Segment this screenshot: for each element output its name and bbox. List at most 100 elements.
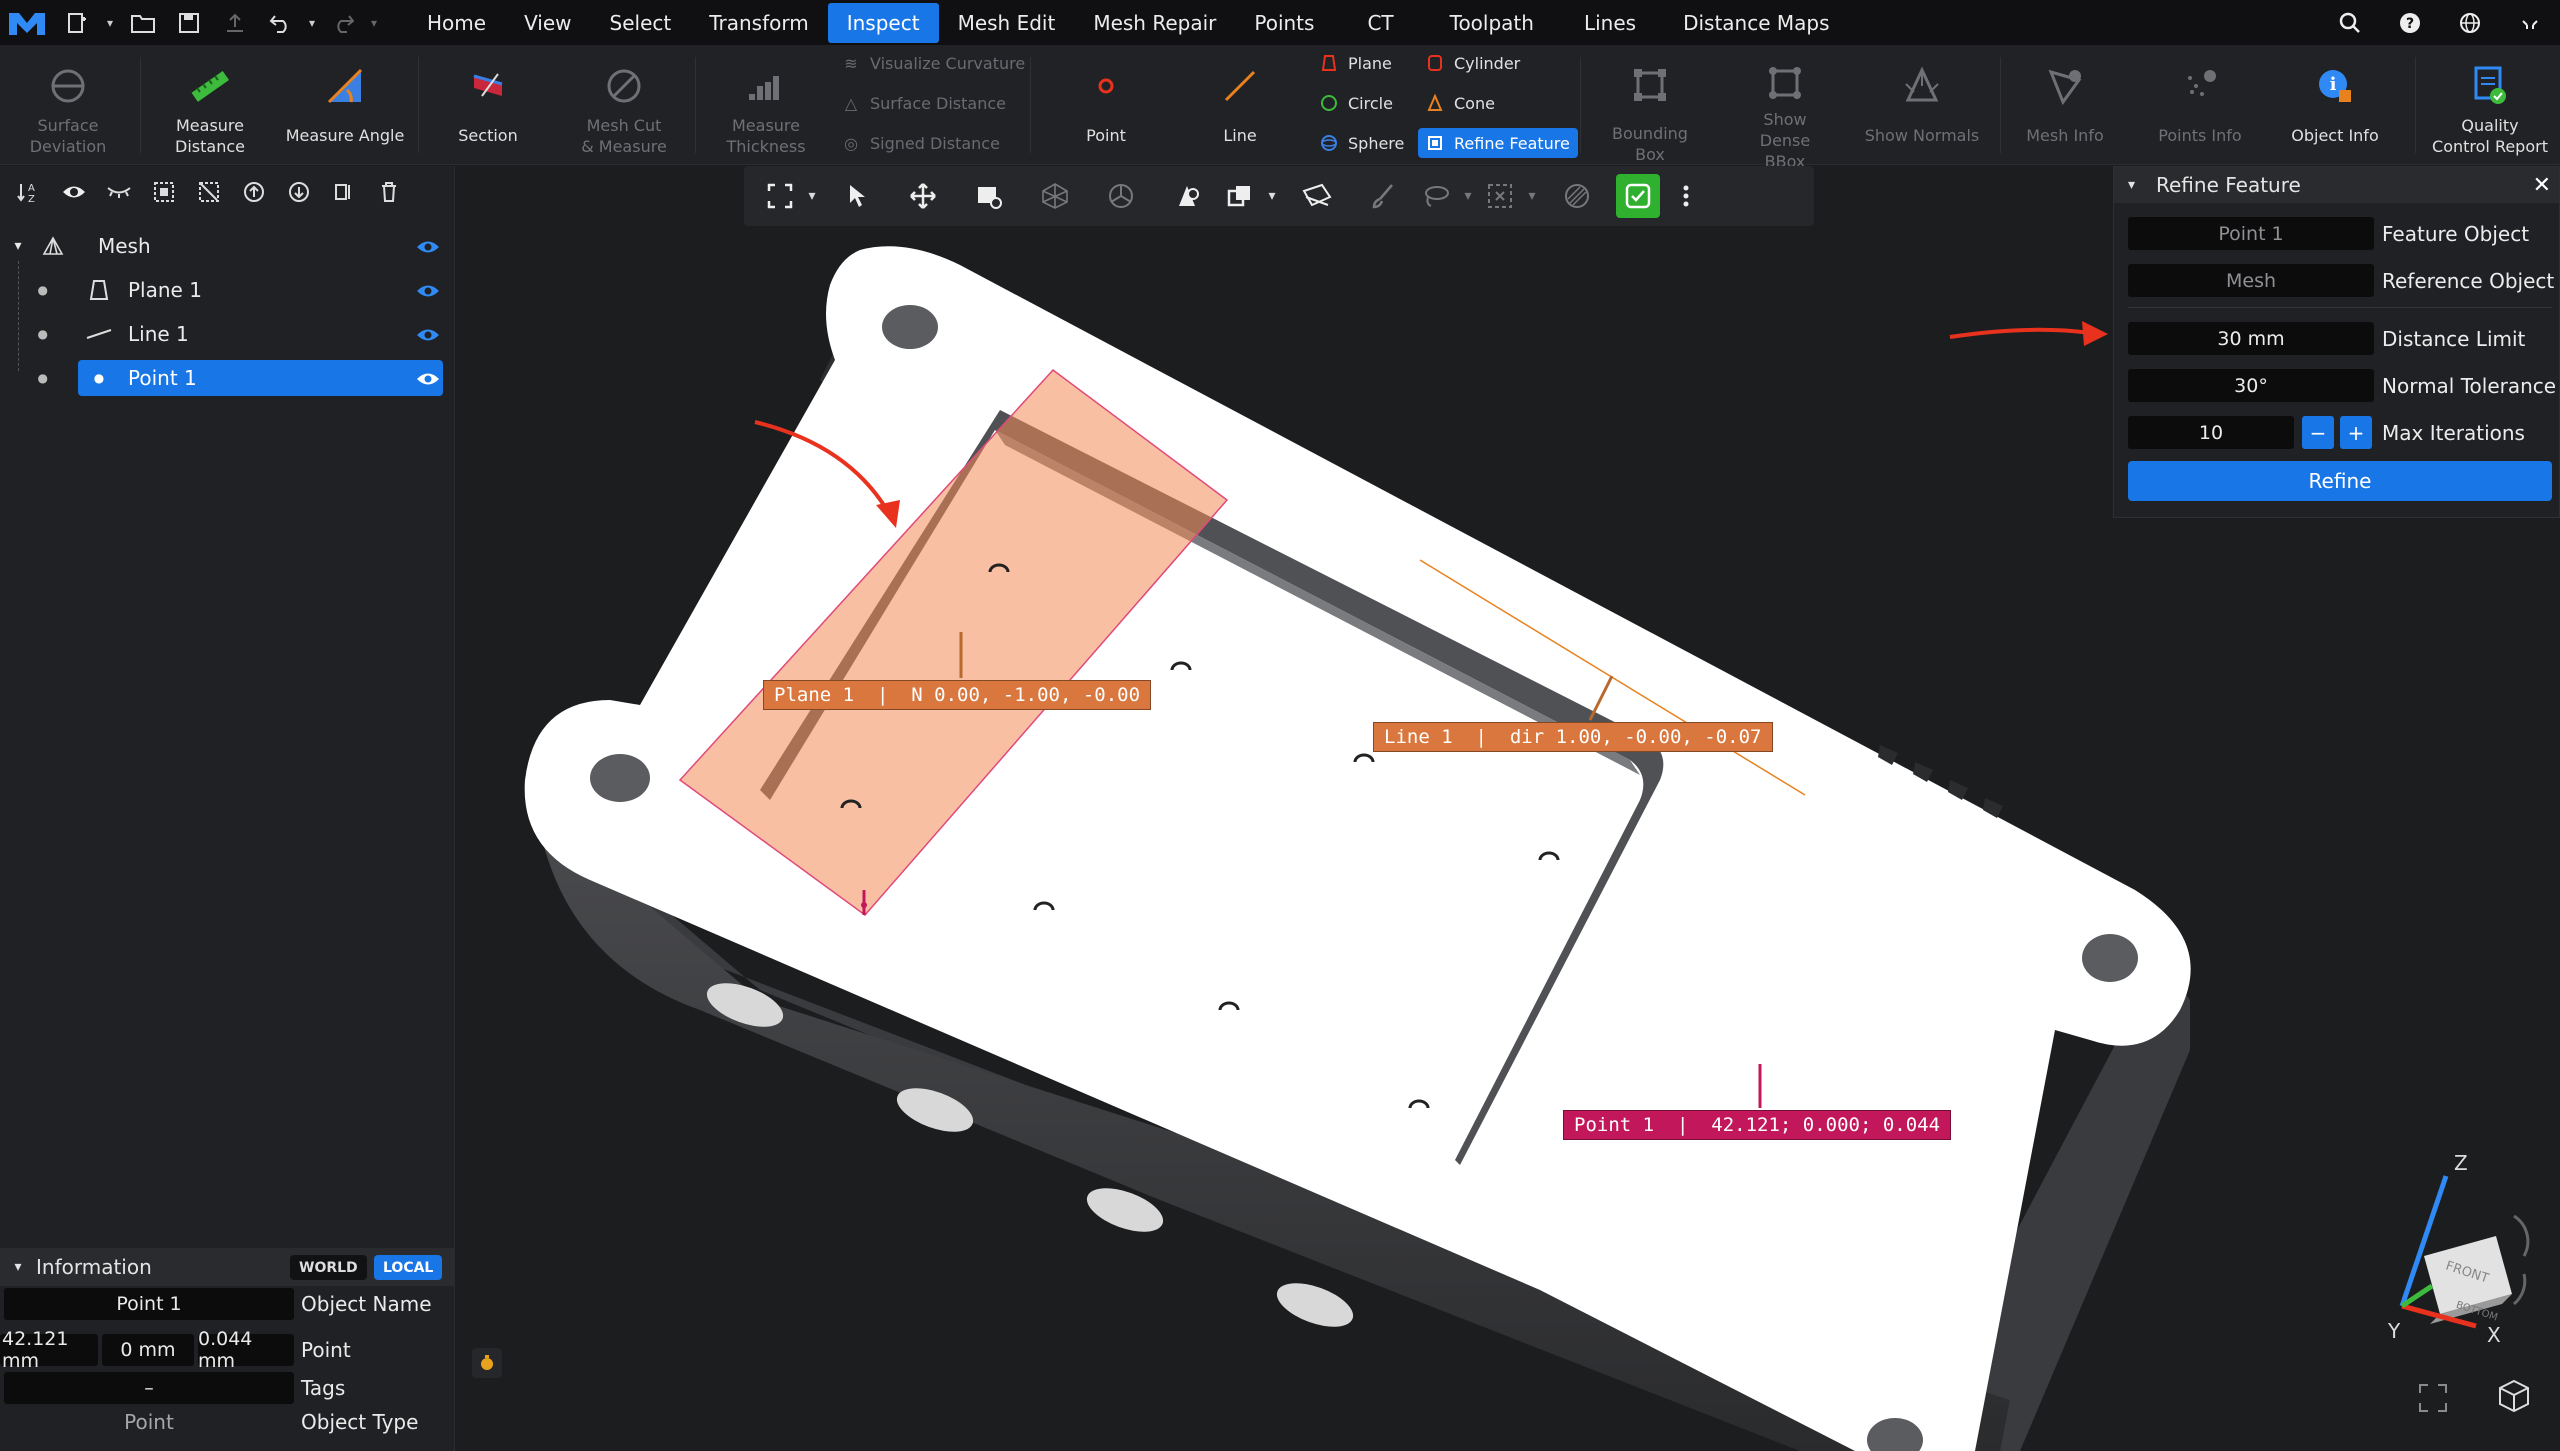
distance-limit-input[interactable]: 30 mm xyxy=(2128,322,2374,355)
point-label-tag[interactable]: Point 1 | 42.121; 0.000; 0.044 xyxy=(1563,1110,1952,1140)
box-select-icon[interactable] xyxy=(1480,166,1520,226)
line-label-tag[interactable]: Line 1 | dir 1.00, -0.00, -0.07 xyxy=(1373,722,1773,752)
points-info-button[interactable]: Points Info xyxy=(2150,45,2250,165)
more-options-icon[interactable] xyxy=(1666,166,1706,226)
brush-icon[interactable] xyxy=(1350,166,1416,226)
hide-all-icon[interactable] xyxy=(96,172,141,212)
refine-feature-button[interactable]: Refine Feature xyxy=(1418,128,1578,158)
measure-distance-button[interactable]: Measure Distance xyxy=(160,45,260,165)
measure-thickness-button[interactable]: Measure Thickness xyxy=(716,45,816,165)
mesh-select-icon[interactable] xyxy=(1022,166,1088,226)
chevron-down-icon[interactable]: ▾ xyxy=(1456,166,1480,226)
visualize-curvature-button[interactable]: ≋ Visualize Curvature xyxy=(840,48,1025,78)
orbit-icon[interactable] xyxy=(1088,166,1154,226)
clip-plane-icon[interactable] xyxy=(1284,166,1350,226)
tree-item-mesh[interactable]: ▾ Mesh xyxy=(0,228,455,264)
bounding-box-button[interactable]: Bounding Box xyxy=(1595,45,1705,165)
sort-icon[interactable]: AZ xyxy=(6,172,51,212)
lasso-icon[interactable] xyxy=(1416,166,1456,226)
visibility-eye-icon[interactable] xyxy=(415,280,445,300)
collapse-icon[interactable] xyxy=(2500,0,2560,45)
redo-icon[interactable] xyxy=(320,0,366,45)
save-icon[interactable] xyxy=(166,0,212,45)
chevron-down-icon[interactable]: ▾ xyxy=(0,1259,36,1275)
point-x-field[interactable]: 42.121 mm xyxy=(0,1328,98,1372)
select-all-icon[interactable] xyxy=(141,172,186,212)
visibility-eye-icon[interactable] xyxy=(415,236,445,256)
select-pointer-icon[interactable] xyxy=(824,166,890,226)
chevron-down-icon[interactable]: ▾ xyxy=(304,0,320,45)
tab-transform[interactable]: Transform xyxy=(690,3,827,43)
tags-field[interactable]: – xyxy=(4,1372,294,1404)
confirm-toggle-icon[interactable] xyxy=(1610,166,1666,226)
tree-item-line-1[interactable]: ● Line 1 xyxy=(0,316,455,352)
close-icon[interactable]: ✕ xyxy=(2533,173,2551,198)
chevron-down-icon[interactable]: ▾ xyxy=(1260,166,1284,226)
search-icon[interactable] xyxy=(2320,0,2380,45)
chevron-down-icon[interactable]: ▾ xyxy=(2128,177,2156,193)
mesh-cut-measure-button[interactable]: Mesh Cut & Measure xyxy=(570,45,678,165)
globe-icon[interactable] xyxy=(2440,0,2500,45)
move-up-icon[interactable] xyxy=(231,172,276,212)
tree-item-point-1[interactable]: ● ● Point 1 xyxy=(0,360,455,396)
normal-tolerance-input[interactable]: 30° xyxy=(2128,369,2374,402)
circle-button[interactable]: Circle xyxy=(1318,88,1393,118)
deselect-icon[interactable] xyxy=(186,172,231,212)
tab-select[interactable]: Select xyxy=(591,3,691,43)
tab-view[interactable]: View xyxy=(505,3,590,43)
show-normals-button[interactable]: Show Normals xyxy=(1862,45,1982,165)
sphere-button[interactable]: Sphere xyxy=(1318,128,1404,158)
chevron-down-icon[interactable]: ▾ xyxy=(366,0,382,45)
help-icon[interactable]: ? xyxy=(2380,0,2440,45)
tab-lines[interactable]: Lines xyxy=(1556,3,1664,43)
world-toggle[interactable]: WORLD xyxy=(290,1255,367,1280)
chevron-down-icon[interactable]: ▾ xyxy=(800,166,824,226)
measurement-status-icon[interactable] xyxy=(472,1348,502,1378)
view-cube-icon[interactable] xyxy=(2496,1378,2532,1414)
tab-home[interactable]: Home xyxy=(408,3,505,43)
max-iterations-input[interactable]: 10 xyxy=(2128,416,2294,449)
plane-label-tag[interactable]: Plane 1 | N 0.00, -1.00, -0.00 xyxy=(763,680,1152,710)
undo-icon[interactable] xyxy=(258,0,304,45)
fit-selection-icon[interactable] xyxy=(760,166,800,226)
move-icon[interactable] xyxy=(890,166,956,226)
tab-distance-maps[interactable]: Distance Maps xyxy=(1664,3,1848,43)
tab-mesh-edit[interactable]: Mesh Edit xyxy=(939,3,1075,43)
show-all-icon[interactable] xyxy=(51,172,96,212)
export-icon[interactable] xyxy=(212,0,258,45)
point-button[interactable]: Point xyxy=(1056,45,1156,165)
cone-button[interactable]: Cone xyxy=(1424,88,1495,118)
copy-object-icon[interactable] xyxy=(1220,166,1260,226)
tab-inspect[interactable]: Inspect xyxy=(827,2,939,43)
quality-control-report-button[interactable]: Quality Control Report xyxy=(2425,45,2555,165)
information-header[interactable]: ▾ Information WORLD LOCAL xyxy=(0,1248,455,1286)
refine-feature-header[interactable]: ▾ Refine Feature ✕ xyxy=(2114,167,2559,203)
point-y-field[interactable]: 0 mm xyxy=(102,1334,194,1366)
tab-ct[interactable]: CT xyxy=(1333,3,1427,43)
section-button[interactable]: Section xyxy=(438,45,538,165)
refine-button[interactable]: Refine xyxy=(2128,461,2552,501)
tab-points[interactable]: Points xyxy=(1235,3,1333,43)
mesh-info-button[interactable]: Mesh Info xyxy=(2015,45,2115,165)
chevron-down-icon[interactable]: ▾ xyxy=(0,238,36,254)
increment-button[interactable]: + xyxy=(2340,416,2372,449)
tab-toolpath[interactable]: Toolpath xyxy=(1428,3,1556,43)
chevron-down-icon[interactable]: ▾ xyxy=(1520,166,1544,226)
transform-gizmo-icon[interactable] xyxy=(956,166,1022,226)
no-select-icon[interactable] xyxy=(1544,166,1610,226)
reference-object-field[interactable]: Mesh xyxy=(2128,264,2374,297)
signed-distance-button[interactable]: ◎ Signed Distance xyxy=(840,128,1000,158)
show-dense-bbox-button[interactable]: Show Dense BBox xyxy=(1730,45,1840,171)
new-file-icon[interactable] xyxy=(54,0,100,45)
delete-icon[interactable] xyxy=(366,172,411,212)
measure-angle-button[interactable]: Measure Angle xyxy=(285,45,405,165)
cylinder-button[interactable]: Cylinder xyxy=(1424,48,1520,78)
plane-button[interactable]: Plane xyxy=(1318,48,1392,78)
visibility-eye-icon[interactable] xyxy=(415,368,445,388)
surface-deviation-button[interactable]: Surface Deviation xyxy=(18,45,118,165)
object-name-field[interactable]: Point 1 xyxy=(4,1288,294,1320)
split-icon[interactable] xyxy=(321,172,366,212)
local-toggle[interactable]: LOCAL xyxy=(374,1255,443,1280)
visibility-eye-icon[interactable] xyxy=(415,324,445,344)
tab-mesh-repair[interactable]: Mesh Repair xyxy=(1074,3,1235,43)
